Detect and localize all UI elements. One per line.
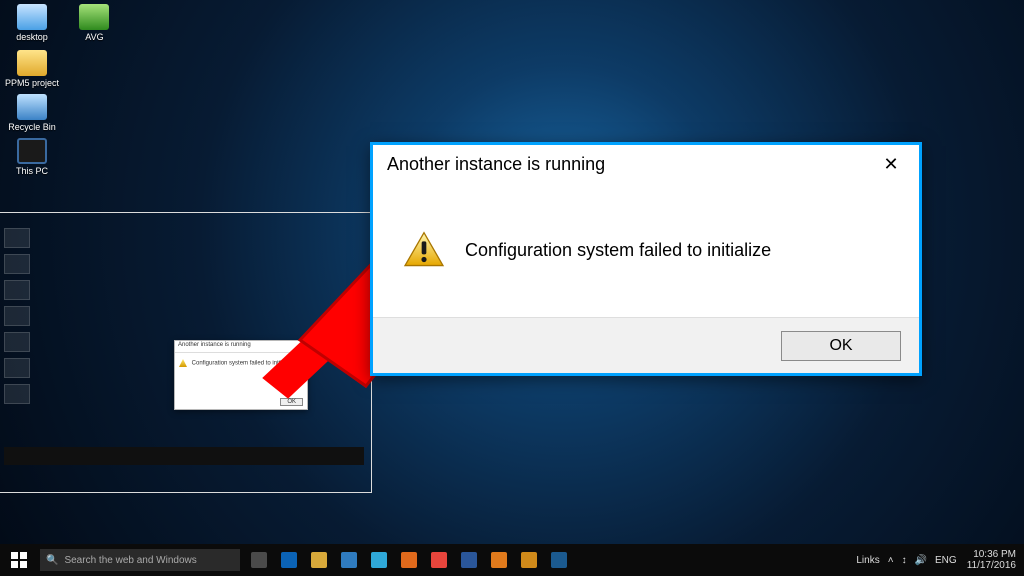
chevron-up-icon[interactable]: ˄ [888,555,894,566]
clock-time: 10:36 PM [967,549,1016,560]
this-pc-icon [17,138,47,164]
desktop-icon-desktop[interactable]: desktop [4,4,60,42]
desktop-icon-avg[interactable]: AVG [66,4,122,42]
task-view-icon [251,552,267,568]
desktop-icon-recycle-bin[interactable]: Recycle Bin [4,94,60,132]
taskbar-app-task-view[interactable] [244,544,274,576]
recycle-bin-icon [17,94,47,120]
mini-dialog-title: Another instance is running [178,342,251,348]
store-icon [341,552,357,568]
ok-button[interactable]: OK [781,331,901,361]
close-icon: ✕ [883,154,898,175]
ai-icon [521,552,537,568]
taskbar-app-mail[interactable] [364,544,394,576]
taskbar-app-ps[interactable] [544,544,574,576]
embedded-desktop: Another instance is running ✕ Configurat… [4,260,364,465]
search-placeholder: Search the web and Windows [64,555,196,566]
desktop-icon-this-pc[interactable]: This PC [4,138,60,176]
explorer-icon [311,552,327,568]
edge-icon [281,552,297,568]
small-desktop-icon[interactable] [4,228,30,248]
avg-icon [79,4,109,30]
taskbar-clock[interactable]: 10:36 PM 11/17/2016 [967,549,1024,571]
dialog-message: Configuration system failed to initializ… [465,240,771,261]
dialog-title: Another instance is running [387,154,871,175]
taskbar-search[interactable]: 🔍 Search the web and Windows [40,549,240,571]
warning-icon [179,359,187,367]
close-button[interactable]: ✕ [871,149,911,179]
volume-icon[interactable]: 🔊 [915,555,927,566]
system-tray: Links ˄ ↕ 🔊 ENG [846,544,966,576]
desktop-icons: desktop AVG PPM5 project Recycle Bin Thi… [2,2,142,182]
search-icon: 🔍 [46,555,58,566]
taskbar-app-explorer[interactable] [304,544,334,576]
taskbar-app-ai[interactable] [514,544,544,576]
language-indicator[interactable]: ENG [935,555,957,566]
mini-error-dialog: Another instance is running ✕ Configurat… [174,340,308,410]
dialog-titlebar[interactable]: Another instance is running ✕ [373,145,919,183]
folder-icon [17,50,47,76]
ps-icon [551,552,567,568]
taskbar-app-firefox[interactable] [394,544,424,576]
chrome-icon [431,552,447,568]
icon-label: Recycle Bin [4,122,60,132]
folder-icon [17,4,47,30]
taskbar-app-vlc[interactable] [484,544,514,576]
warning-icon [403,231,445,269]
dialog-content: Configuration system failed to initializ… [373,200,919,300]
icon-label: AVG [66,32,122,42]
desktop-icon-ppm5[interactable]: PPM5 project [4,50,60,88]
dialog-button-bar: OK [373,317,919,373]
mini-dialog-titlebar: Another instance is running ✕ [175,341,307,353]
word-icon [461,552,477,568]
taskbar-app-edge[interactable] [274,544,304,576]
error-dialog: Another instance is running ✕ [373,145,919,373]
taskbar-app-word[interactable] [454,544,484,576]
mini-dialog-message: Configuration system failed to initializ… [192,361,294,367]
clock-date: 11/17/2016 [967,560,1016,571]
mail-icon [371,552,387,568]
icon-label: PPM5 project [4,78,60,88]
network-icon[interactable]: ↕ [902,555,907,566]
taskbar-apps [244,544,574,576]
error-dialog-highlight-frame: Another instance is running ✕ [370,142,922,376]
icon-label: This PC [4,166,60,176]
taskbar-app-chrome[interactable] [424,544,454,576]
close-icon[interactable]: ✕ [298,342,304,350]
tray-links[interactable]: Links [856,555,879,566]
taskbar: 🔍 Search the web and Windows Links ˄ ↕ 🔊… [0,544,1024,576]
icon-label: desktop [4,32,60,42]
vlc-icon [491,552,507,568]
mini-ok-button[interactable]: OK [280,398,303,406]
mini-taskbar [4,447,364,465]
firefox-icon [401,552,417,568]
taskbar-app-store[interactable] [334,544,364,576]
start-button[interactable] [0,544,38,576]
windows-icon [11,552,27,568]
